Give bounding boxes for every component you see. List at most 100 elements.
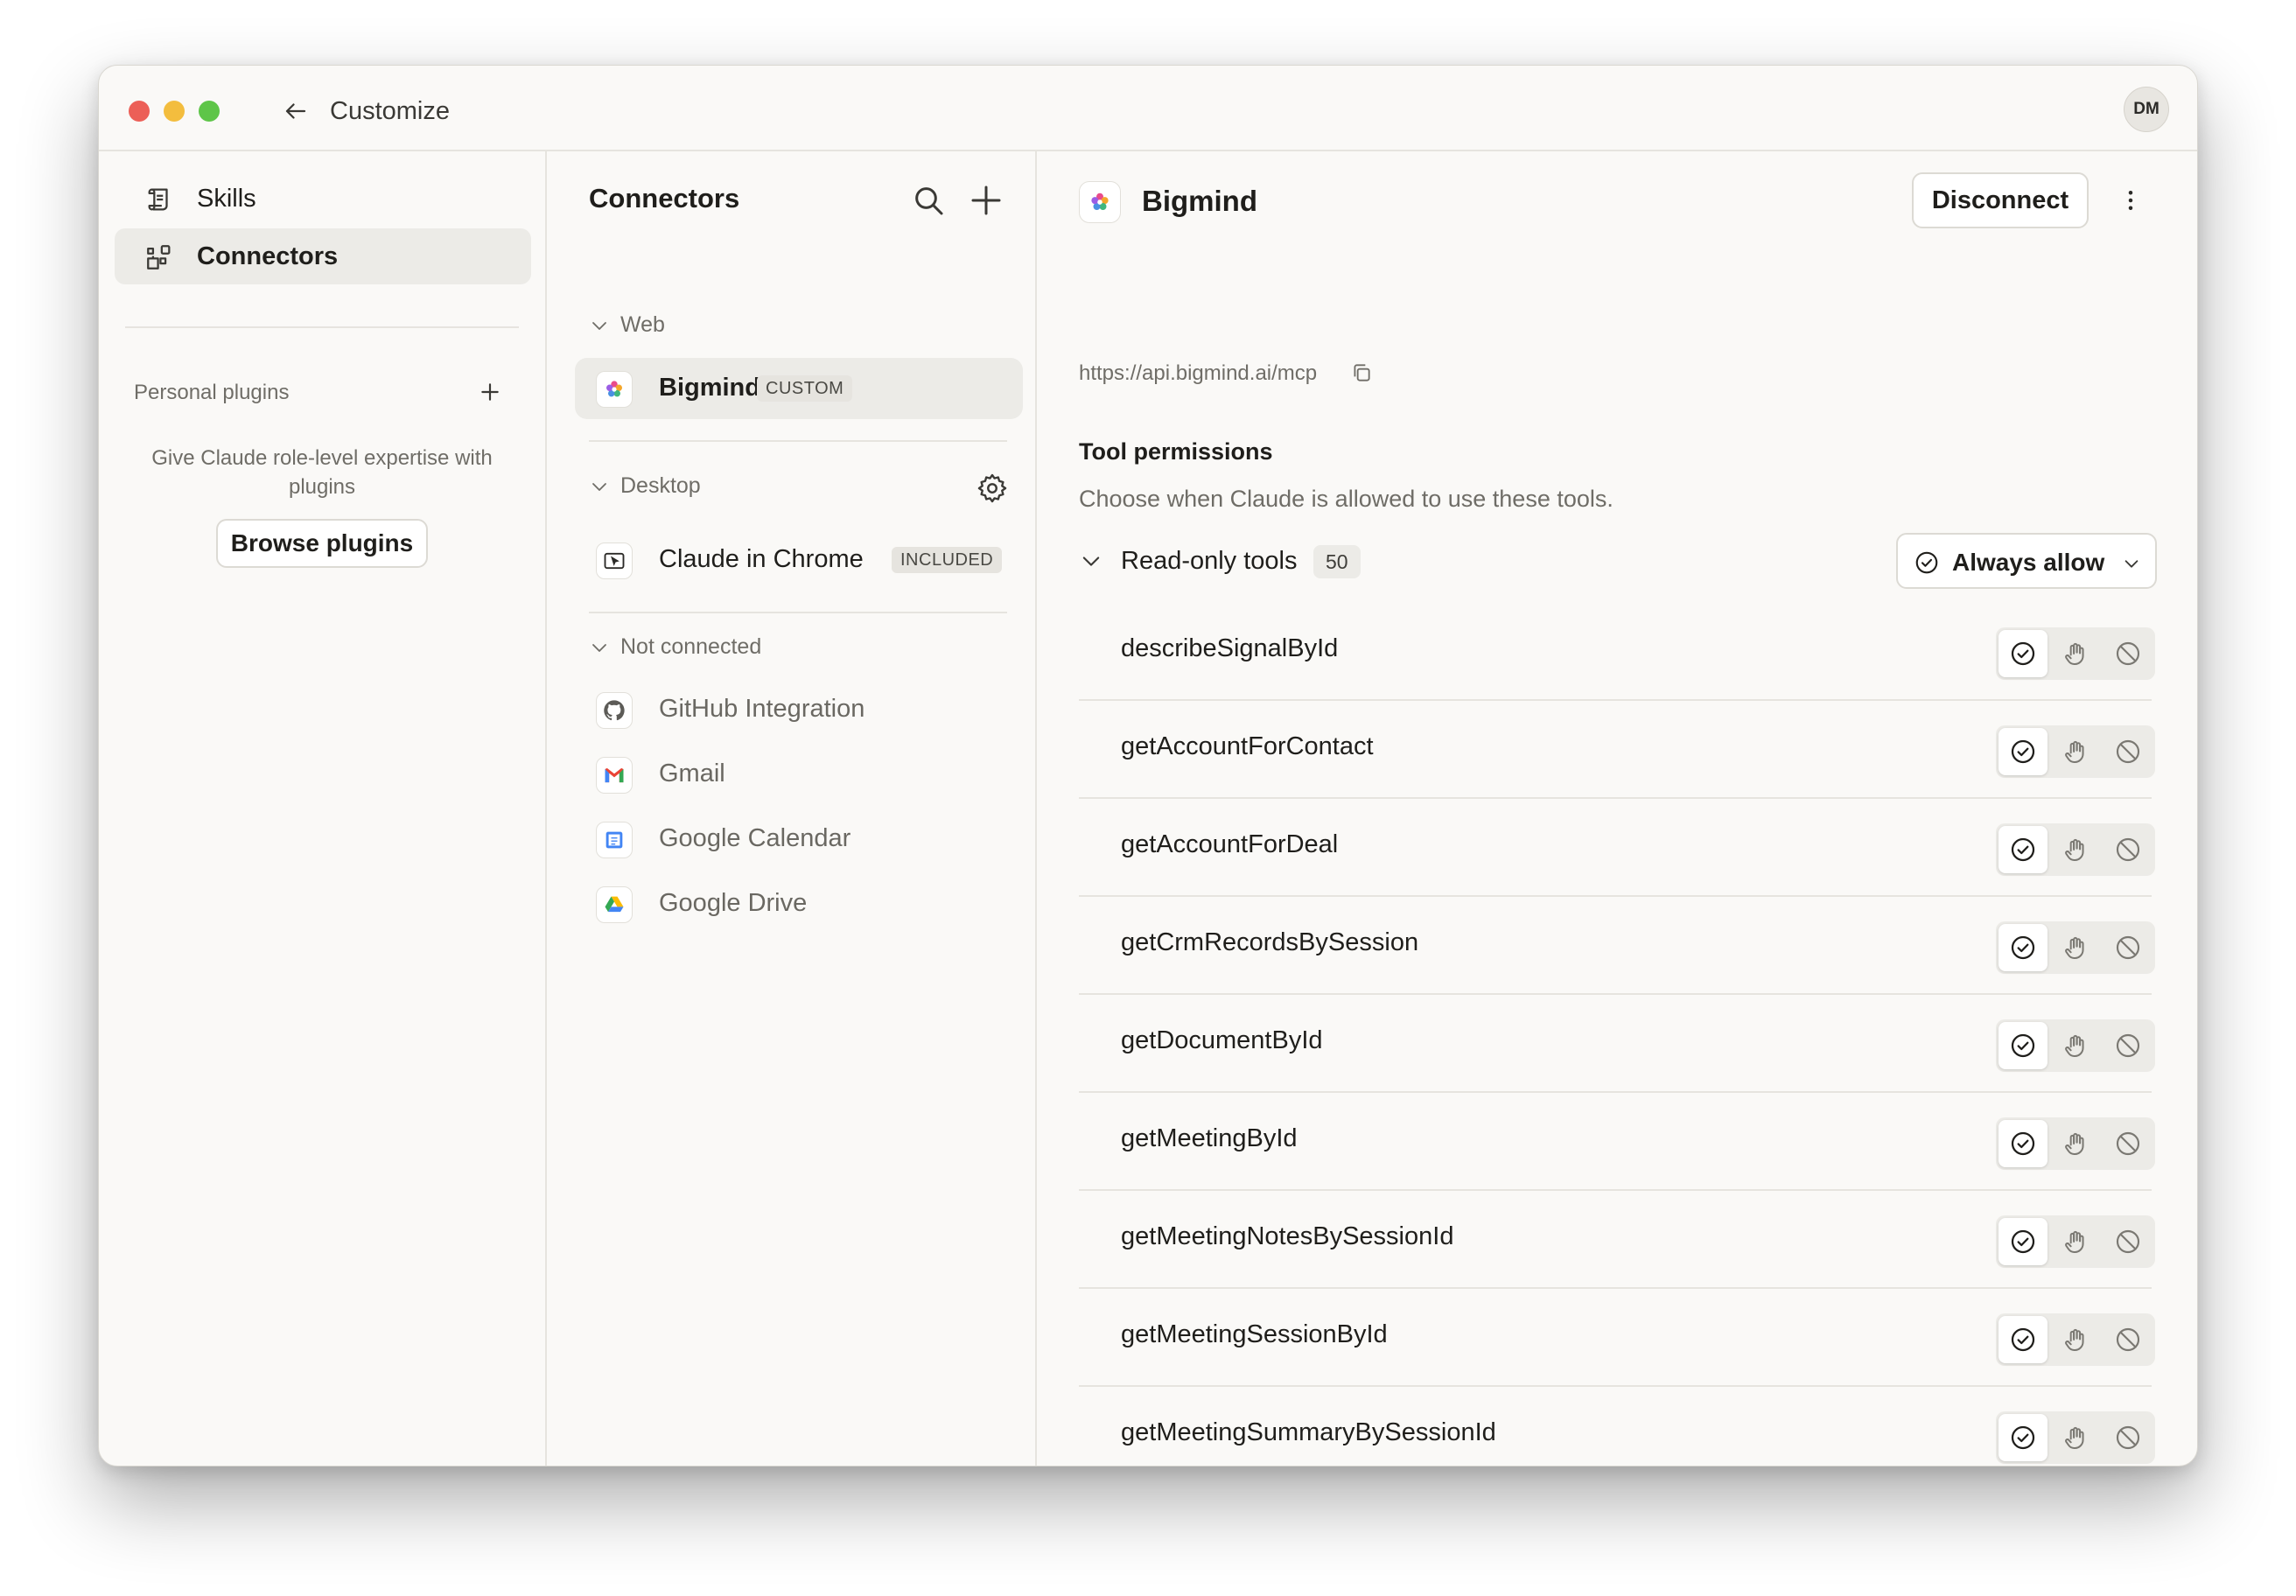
search-icon[interactable] [911, 183, 946, 218]
connector-name: Claude in Chrome [659, 545, 864, 573]
tool-row: getMeetingNotesBySessionId [1079, 1191, 2155, 1289]
block-button[interactable] [2104, 1316, 2152, 1363]
tool-count-badge: 50 [1313, 545, 1361, 578]
copy-icon[interactable] [1350, 361, 1373, 384]
needs-approval-button[interactable] [2051, 924, 2100, 971]
zoom-window-button[interactable] [199, 101, 220, 122]
needs-approval-button[interactable] [2051, 1022, 2100, 1069]
block-button[interactable] [2104, 924, 2152, 971]
avatar[interactable]: DM [2124, 87, 2169, 132]
gear-icon[interactable] [976, 472, 1009, 505]
connector-item-google-drive[interactable]: Google Drive [575, 873, 1023, 934]
window-title: Customize [330, 97, 450, 125]
needs-approval-button[interactable] [2051, 630, 2100, 677]
section-not-connected[interactable]: Not connected [589, 634, 761, 660]
check-circle-icon [2011, 1033, 2035, 1058]
needs-approval-button[interactable] [2051, 1218, 2100, 1265]
needs-approval-button[interactable] [2051, 1316, 2100, 1363]
needs-approval-button[interactable] [2051, 1414, 2100, 1461]
minimize-window-button[interactable] [164, 101, 185, 122]
back-button[interactable] [278, 94, 313, 129]
browse-plugins-button[interactable]: Browse plugins [216, 519, 428, 568]
block-icon [2116, 1327, 2140, 1352]
plus-icon [481, 383, 499, 401]
group-policy-dropdown[interactable]: Always allow [1896, 533, 2157, 589]
section-label: Web [620, 312, 665, 337]
connector-item-claude-in-chrome[interactable]: Claude in Chrome INCLUDED [575, 529, 1023, 591]
always-allow-button[interactable] [1998, 924, 2048, 971]
section-web[interactable]: Web [589, 312, 665, 338]
hand-icon [2065, 937, 2084, 959]
check-circle-icon [2011, 1131, 2035, 1156]
window-controls [129, 101, 220, 122]
arrow-left-icon [285, 103, 306, 119]
tool-name: describeSignalById [1121, 634, 1339, 662]
tool-group-label[interactable]: Read-only tools [1121, 547, 1298, 576]
hand-icon [2065, 839, 2084, 861]
more-options-button[interactable] [2113, 183, 2148, 218]
connector-item-bigmind[interactable]: Bigmind CUSTOM [575, 358, 1023, 419]
hand-icon [2065, 1231, 2084, 1253]
needs-approval-button[interactable] [2051, 1120, 2100, 1167]
tool-name: getAccountForContact [1121, 732, 1374, 760]
connector-item-github[interactable]: GitHub Integration [575, 679, 1023, 740]
section-desktop[interactable]: Desktop [589, 473, 701, 499]
tool-group-header: Read-only tools 50 Always allow [1079, 533, 2157, 589]
block-button[interactable] [2104, 1022, 2152, 1069]
needs-approval-button[interactable] [2051, 728, 2100, 775]
always-allow-button[interactable] [1998, 1414, 2048, 1461]
tool-permission-toggle [1996, 921, 2155, 974]
bigmind-logo-icon [596, 371, 633, 408]
tool-name: getMeetingById [1121, 1124, 1298, 1152]
add-plugin-button[interactable] [475, 377, 505, 407]
check-circle-icon [2011, 1229, 2035, 1254]
sidebar-item-label: Skills [197, 184, 256, 213]
plus-icon[interactable] [969, 183, 1004, 218]
chevron-down-icon[interactable] [1079, 549, 1103, 573]
block-icon [2116, 1033, 2140, 1058]
block-button[interactable] [2104, 1414, 2152, 1461]
always-allow-button[interactable] [1998, 630, 2048, 677]
always-allow-button[interactable] [1998, 1022, 2048, 1069]
hand-icon [2065, 1427, 2084, 1449]
always-allow-button[interactable] [1998, 1316, 2048, 1363]
tool-row: getMeetingById [1079, 1093, 2155, 1191]
tool-row: getAccountForContact [1079, 701, 2155, 799]
connector-name: Google Calendar [659, 824, 851, 852]
disconnect-button[interactable]: Disconnect [1912, 172, 2089, 228]
check-circle-icon [1915, 551, 1938, 574]
needs-approval-button[interactable] [2051, 826, 2100, 873]
block-button[interactable] [2104, 826, 2152, 873]
block-button[interactable] [2104, 1218, 2152, 1265]
tool-name: getDocumentById [1121, 1026, 1323, 1054]
section-label: Desktop [620, 473, 701, 498]
sidebar-item-skills[interactable]: Skills [115, 171, 531, 227]
always-allow-button[interactable] [1998, 826, 2048, 873]
block-icon [2116, 1131, 2140, 1156]
always-allow-button[interactable] [1998, 1120, 2048, 1167]
connector-item-gmail[interactable]: Gmail [575, 744, 1023, 805]
gmail-icon [596, 757, 633, 794]
tool-permission-toggle [1996, 1313, 2155, 1366]
hand-icon [2065, 1329, 2084, 1351]
block-button[interactable] [2104, 630, 2152, 677]
tool-name: getAccountForDeal [1121, 830, 1339, 858]
always-allow-button[interactable] [1998, 728, 2048, 775]
connector-name: Bigmind [659, 374, 760, 402]
block-icon [2116, 1425, 2140, 1450]
sidebar-item-connectors[interactable]: Connectors [115, 228, 531, 284]
tool-name: getCrmRecordsBySession [1121, 928, 1419, 956]
tool-permission-toggle [1996, 1215, 2155, 1268]
sidebar: Skills Connectors Personal plugins Give … [99, 151, 547, 1466]
block-button[interactable] [2104, 728, 2152, 775]
always-allow-button[interactable] [1998, 1218, 2048, 1265]
check-circle-icon [2011, 1327, 2035, 1352]
tool-row: getMeetingSummaryBySessionId [1079, 1387, 2155, 1466]
hand-icon [2065, 1035, 2084, 1057]
tool-row: getDocumentById [1079, 995, 2155, 1093]
connector-item-google-calendar[interactable]: Google Calendar [575, 808, 1023, 870]
close-window-button[interactable] [129, 101, 150, 122]
more-vertical-icon [2128, 191, 2133, 210]
block-button[interactable] [2104, 1120, 2152, 1167]
chevron-down-icon [592, 482, 606, 491]
